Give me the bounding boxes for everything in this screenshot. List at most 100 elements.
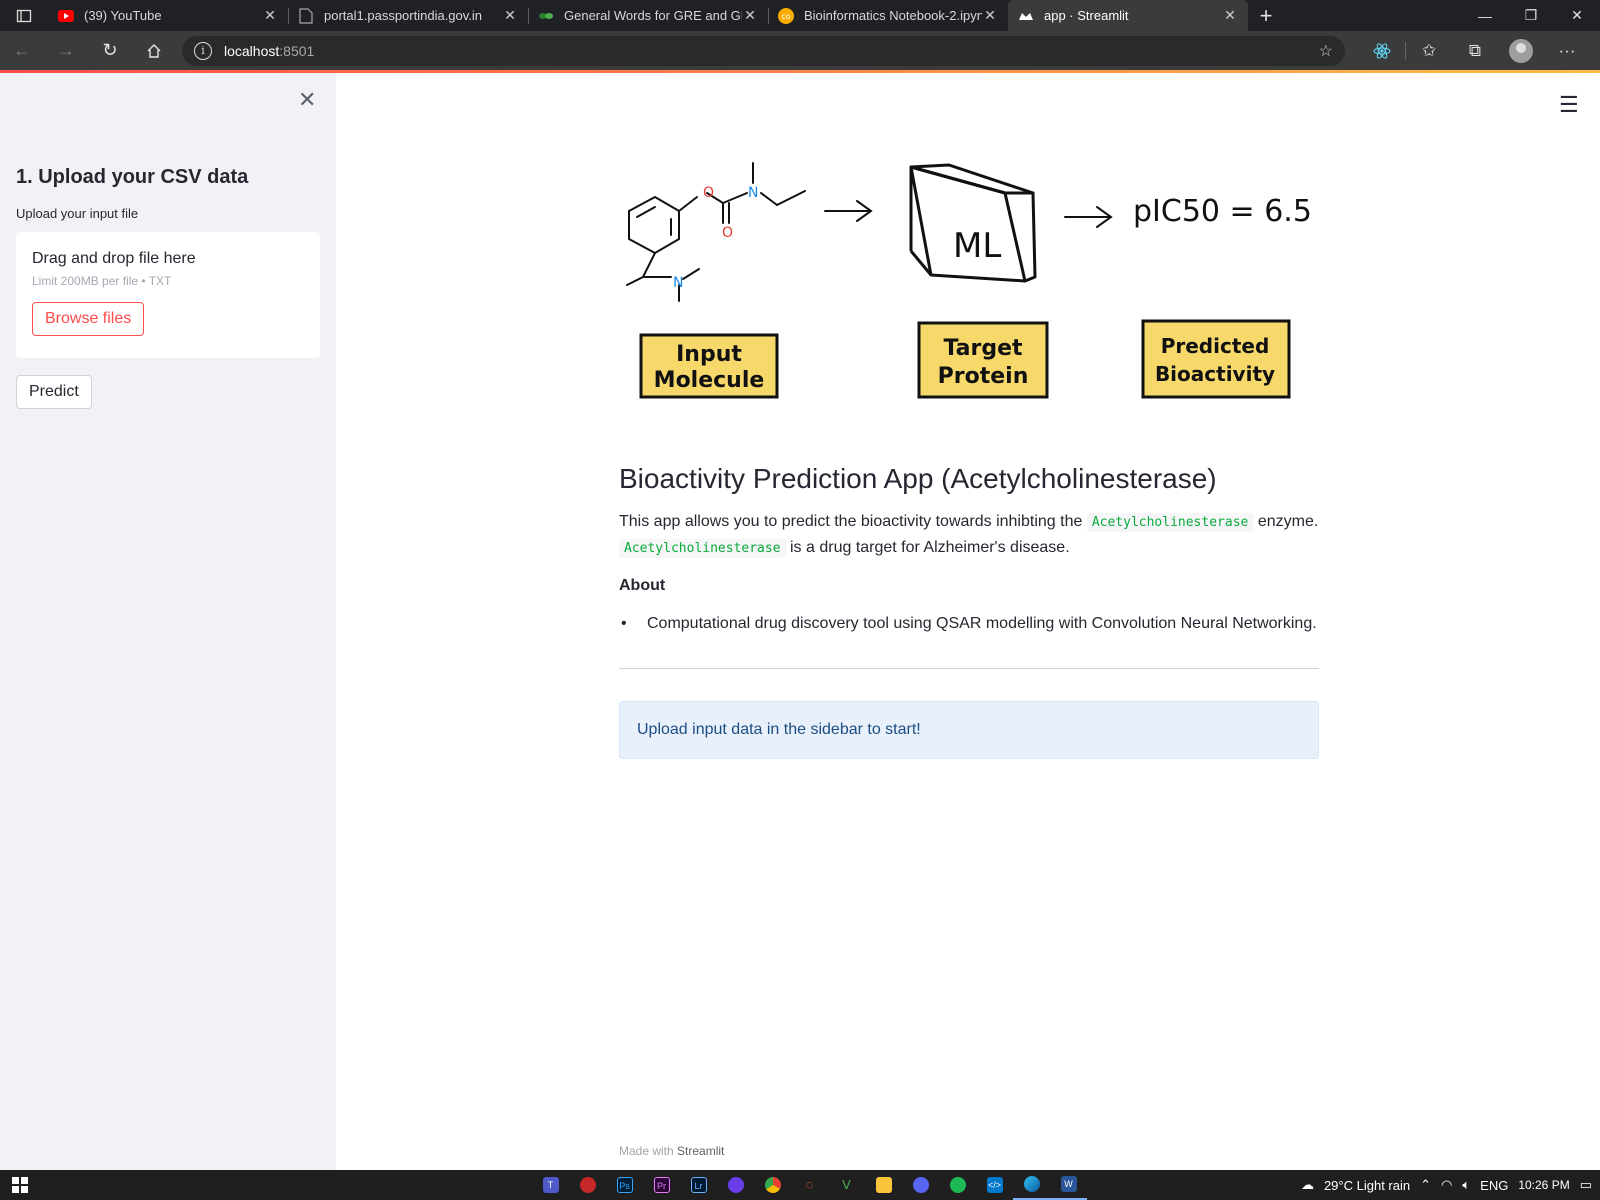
discord-icon[interactable]	[902, 1170, 939, 1200]
file-explorer-icon[interactable]	[865, 1170, 902, 1200]
sidebar-heading: 1. Upload your CSV data	[16, 166, 249, 188]
start-button[interactable]	[0, 1177, 40, 1193]
close-tab-icon[interactable]: ✕	[742, 7, 758, 24]
ml-box-label: ML	[953, 226, 1001, 266]
chevron-up-icon[interactable]: ⌃	[1420, 1177, 1431, 1193]
chrome-icon[interactable]	[754, 1170, 791, 1200]
sidebar: ✕ 1. Upload your CSV data Upload your in…	[0, 73, 336, 1170]
tab-title: Bioinformatics Notebook-2.ipynb	[804, 8, 982, 23]
teams-icon[interactable]: T	[532, 1170, 569, 1200]
notifications-icon[interactable]: ▭	[1580, 1177, 1592, 1193]
photoshop-icon[interactable]: Ps	[606, 1170, 643, 1200]
forward-button[interactable]: →	[44, 31, 88, 70]
clock[interactable]: 10:26 PM	[1518, 1178, 1569, 1192]
language-indicator[interactable]: ENG	[1480, 1178, 1508, 1193]
avatar	[1509, 38, 1533, 63]
label-line1: Predicted	[1161, 334, 1270, 358]
dropzone-limit: Limit 200MB per file • TXT	[32, 274, 172, 288]
sheet-icon	[538, 8, 554, 24]
more-menu-icon[interactable]: ···	[1544, 31, 1590, 70]
oxygen-atom: O	[722, 225, 733, 241]
recorder-icon[interactable]	[569, 1170, 606, 1200]
new-tab-button[interactable]: +	[1248, 0, 1284, 31]
close-tab-icon[interactable]: ✕	[502, 7, 518, 24]
tab-passport[interactable]: portal1.passportindia.gov.in ✕	[288, 0, 528, 31]
windows-logo-icon	[12, 1177, 28, 1193]
colab-icon: co	[778, 7, 794, 24]
home-icon	[147, 43, 161, 58]
close-tab-icon[interactable]: ✕	[1222, 7, 1238, 24]
edge-icon[interactable]	[1013, 1170, 1050, 1200]
footer-streamlit-link[interactable]: Streamlit	[677, 1144, 724, 1158]
refresh-icon: ↻	[102, 40, 118, 60]
premiere-icon[interactable]: Pr	[643, 1170, 680, 1200]
close-tab-icon[interactable]: ✕	[262, 7, 278, 24]
tab-youtube[interactable]: (39) YouTube ✕	[48, 0, 288, 31]
restore-icon[interactable]: ❐	[1508, 0, 1554, 31]
info-alert: Upload input data in the sidebar to star…	[619, 701, 1319, 759]
volume-icon[interactable]: 🔈︎	[1462, 1177, 1470, 1193]
system-tray: ☁ 29°C Light rain ⌃ ◠ 🔈︎ ENG 10:26 PM ▭	[1291, 1170, 1592, 1200]
home-button[interactable]	[132, 31, 176, 70]
wifi-icon[interactable]: ◠	[1441, 1177, 1452, 1193]
spotify-icon[interactable]	[939, 1170, 976, 1200]
hamburger-menu-icon[interactable]: ☰	[1559, 92, 1579, 118]
nitrogen-atom: N	[673, 275, 683, 291]
add-favorite-icon[interactable]: ☆	[1319, 41, 1333, 61]
about-list: Computational drug discovery tool using …	[619, 611, 1319, 636]
workflow-diagram: O O N N ML pIC50 = 6.5 Input Molecule Ta…	[626, 162, 1312, 399]
inline-code: Acetylcholinesterase	[619, 539, 786, 558]
weather-icon[interactable]: ☁	[1301, 1177, 1314, 1193]
label-line2: Bioactivity	[1155, 362, 1275, 386]
collections-icon[interactable]: ⧉	[1452, 31, 1498, 70]
profile-button[interactable]	[1498, 31, 1544, 70]
react-devtools-icon[interactable]	[1359, 31, 1405, 70]
windows-taskbar: T Ps Pr Lr ◌ V </> W ☁ 29°C Light rain ⌃…	[0, 1170, 1600, 1200]
site-info-icon[interactable]: i	[194, 41, 212, 60]
input-molecule-label: Input Molecule	[639, 333, 779, 399]
label-line2: Protein	[938, 364, 1029, 389]
file-dropzone[interactable]: Drag and drop file here Limit 200MB per …	[16, 232, 320, 358]
weather-text[interactable]: 29°C Light rain	[1324, 1178, 1410, 1193]
youtube-icon	[58, 8, 74, 24]
forward-arrow-icon: →	[57, 40, 75, 60]
word-icon[interactable]: W	[1050, 1170, 1087, 1200]
close-tab-icon[interactable]: ✕	[982, 7, 998, 24]
back-arrow-icon: ←	[13, 40, 31, 60]
jupyter-icon[interactable]: ◌	[791, 1170, 828, 1200]
vim-icon[interactable]: V	[828, 1170, 865, 1200]
label-line1: Input	[676, 342, 742, 367]
tab-streamlit-app[interactable]: app · Streamlit ✕	[1008, 0, 1248, 31]
label-line2: Molecule	[654, 368, 765, 393]
tab-title: app · Streamlit	[1044, 8, 1129, 23]
refresh-button[interactable]: ↻	[88, 31, 132, 70]
window-close-icon[interactable]: ✕	[1554, 0, 1600, 31]
main-content: ☰ O O N N ML pIC50 = 6.5 Input Molecule …	[336, 73, 1600, 1170]
lightroom-icon[interactable]: Lr	[680, 1170, 717, 1200]
pinned-apps: T Ps Pr Lr ◌ V </> W	[532, 1170, 1087, 1200]
browse-files-button[interactable]: Browse files	[32, 302, 145, 336]
tab-colab[interactable]: co Bioinformatics Notebook-2.ipynb ✕	[768, 0, 1008, 31]
desc-text: This app allows you to predict the bioac…	[619, 513, 1083, 530]
favorites-icon[interactable]: ✩	[1406, 31, 1452, 70]
about-heading: About	[619, 577, 666, 594]
close-sidebar-icon[interactable]: ✕	[298, 87, 316, 113]
divider	[619, 668, 1319, 669]
back-button[interactable]: ←	[0, 31, 44, 70]
minimize-icon[interactable]: —	[1462, 0, 1508, 31]
tab-actions-button[interactable]	[0, 0, 48, 31]
desc-text: is a drug target for Alzheimer's disease…	[790, 539, 1070, 556]
address-bar[interactable]: i localhost:8501 ☆	[182, 35, 1345, 66]
page-title: Bioactivity Prediction App (Acetylcholin…	[619, 463, 1217, 494]
tab-gre-words[interactable]: General Words for GRE and GMA ✕	[528, 0, 768, 31]
app-purple-icon[interactable]	[717, 1170, 754, 1200]
vscode-icon[interactable]: </>	[976, 1170, 1013, 1200]
tab-title: (39) YouTube	[84, 8, 162, 23]
oxygen-atom: O	[703, 185, 714, 201]
tab-title: portal1.passportindia.gov.in	[324, 8, 483, 23]
app-description: This app allows you to predict the bioac…	[619, 509, 1319, 561]
app-content: Bioactivity Prediction App (Acetylcholin…	[619, 463, 1319, 759]
label-line1: Target	[943, 336, 1023, 361]
svg-text:co: co	[781, 12, 790, 21]
predict-button[interactable]: Predict	[16, 375, 92, 409]
